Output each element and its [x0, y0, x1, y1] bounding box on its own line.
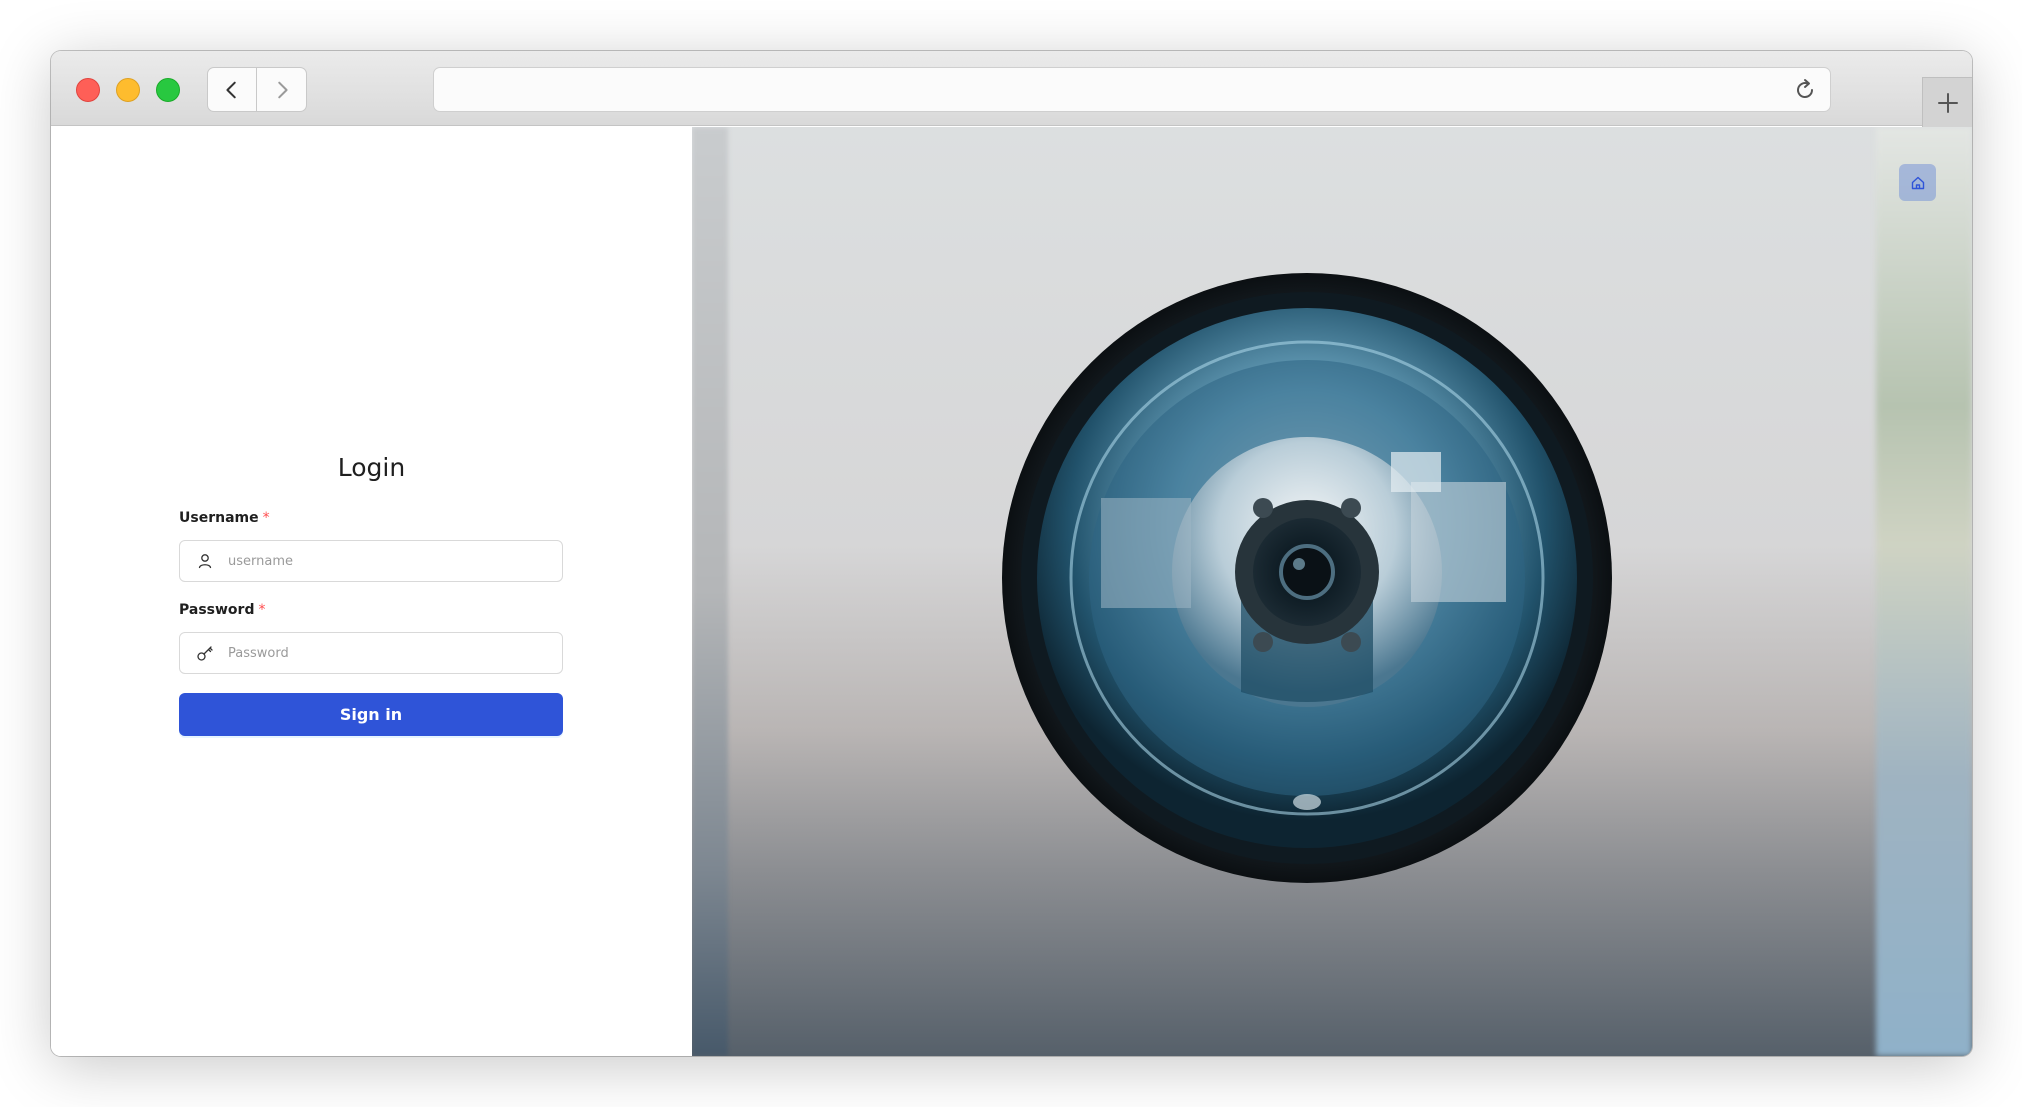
password-field[interactable]: [179, 632, 563, 674]
chevron-right-icon: [277, 81, 288, 98]
minimize-window-button[interactable]: [116, 78, 140, 102]
required-mark: *: [262, 510, 270, 526]
browser-titlebar: [51, 51, 1972, 127]
key-icon: [196, 644, 214, 662]
username-label-text: Username: [179, 510, 259, 526]
password-label: Password *: [179, 602, 265, 618]
home-button[interactable]: [1899, 164, 1936, 201]
address-bar[interactable]: [433, 67, 1831, 112]
hero-image: [692, 127, 1972, 1056]
page-content: Login Username* Password*: [51, 127, 1972, 1056]
login-title: Login: [337, 453, 406, 482]
home-icon: [1911, 176, 1924, 189]
maximize-window-button[interactable]: [156, 78, 180, 102]
photo-edge-right: [1876, 127, 1972, 1056]
security-camera-photo: [1002, 273, 1612, 883]
photo-edge-left: [692, 127, 728, 1056]
required-mark: *: [258, 602, 266, 618]
new-tab-button[interactable]: [1922, 77, 1972, 127]
close-window-button[interactable]: [76, 78, 100, 102]
username-field[interactable]: [179, 540, 563, 582]
username-input[interactable]: [226, 552, 562, 570]
plus-icon: [1937, 92, 1958, 113]
password-input[interactable]: [226, 644, 562, 662]
password-label-text: Password: [179, 602, 255, 618]
chevron-left-icon: [226, 81, 236, 98]
user-icon: [196, 552, 214, 570]
forward-button[interactable]: [257, 67, 307, 112]
browser-window: Login Username* Password*: [51, 51, 1972, 1056]
sign-in-button[interactable]: Sign in: [179, 693, 563, 736]
username-label: Username *: [179, 510, 270, 526]
reload-icon[interactable]: [1792, 77, 1818, 103]
back-button[interactable]: [207, 67, 257, 112]
login-panel: Login Username* Password*: [51, 127, 692, 1056]
